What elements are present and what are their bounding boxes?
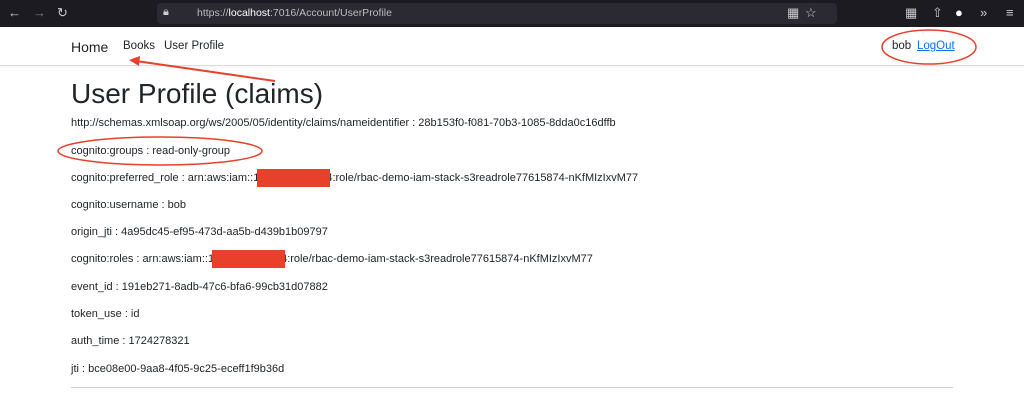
claim-row: cognito:username : bob xyxy=(71,199,186,211)
bookmark-star-icon[interactable]: ☆ xyxy=(805,5,817,21)
claim-row: origin_jti : 4a95dc45-ef95-473d-aa5b-d43… xyxy=(71,226,328,238)
profile-icon[interactable]: ● xyxy=(955,5,963,20)
extensions-icon[interactable]: ▦ xyxy=(905,5,917,21)
redaction-box xyxy=(257,169,331,188)
claim-row: token_use : id xyxy=(71,308,140,320)
claim-row: cognito:preferred_role : arn:aws:iam::1 4… xyxy=(71,169,638,188)
forward-icon[interactable]: → xyxy=(33,5,46,20)
nav-home[interactable]: Home xyxy=(71,39,108,55)
claim-row: cognito:roles : arn:aws:iam::1 4:role/rba… xyxy=(71,250,593,269)
share-icon[interactable]: ⇧ xyxy=(932,5,943,21)
overflow-icon[interactable]: » xyxy=(980,5,987,20)
username: bob xyxy=(892,40,912,52)
reload-icon[interactable]: ↻ xyxy=(57,5,68,21)
back-icon[interactable]: ← xyxy=(8,5,21,20)
redaction-box xyxy=(212,250,286,269)
address-bar[interactable]: 🔒︎ https://localhost:7016/Account/UserPr… xyxy=(157,3,837,24)
nav-user-profile[interactable]: User Profile xyxy=(164,40,224,52)
lock-icon: 🔒︎ xyxy=(163,6,169,18)
nav-books[interactable]: Books xyxy=(123,40,155,52)
claim-row: jti : bce08e00-9aa8-4f05-9c25-eceff1f9b3… xyxy=(71,363,285,375)
divider xyxy=(71,387,953,388)
claim-row: event_id : 191eb271-8adb-47c6-bfa6-99cb3… xyxy=(71,281,328,293)
claim-row: http://schemas.xmlsoap.org/ws/2005/05/id… xyxy=(71,117,616,129)
qr-icon[interactable]: ▦ xyxy=(787,5,799,21)
claim-row: cognito:groups : read-only-group xyxy=(71,145,230,157)
browser-toolbar: ← → ↻ 🔒︎ https://localhost:7016/Account/… xyxy=(0,0,1024,27)
logout-link[interactable]: LogOut xyxy=(917,40,955,52)
claim-row: auth_time : 1724278321 xyxy=(71,335,190,347)
page-title: User Profile (claims) xyxy=(71,78,324,109)
navbar: Home Books User Profile bob LogOut xyxy=(0,27,1024,66)
menu-icon[interactable]: ≡ xyxy=(1006,5,1014,20)
